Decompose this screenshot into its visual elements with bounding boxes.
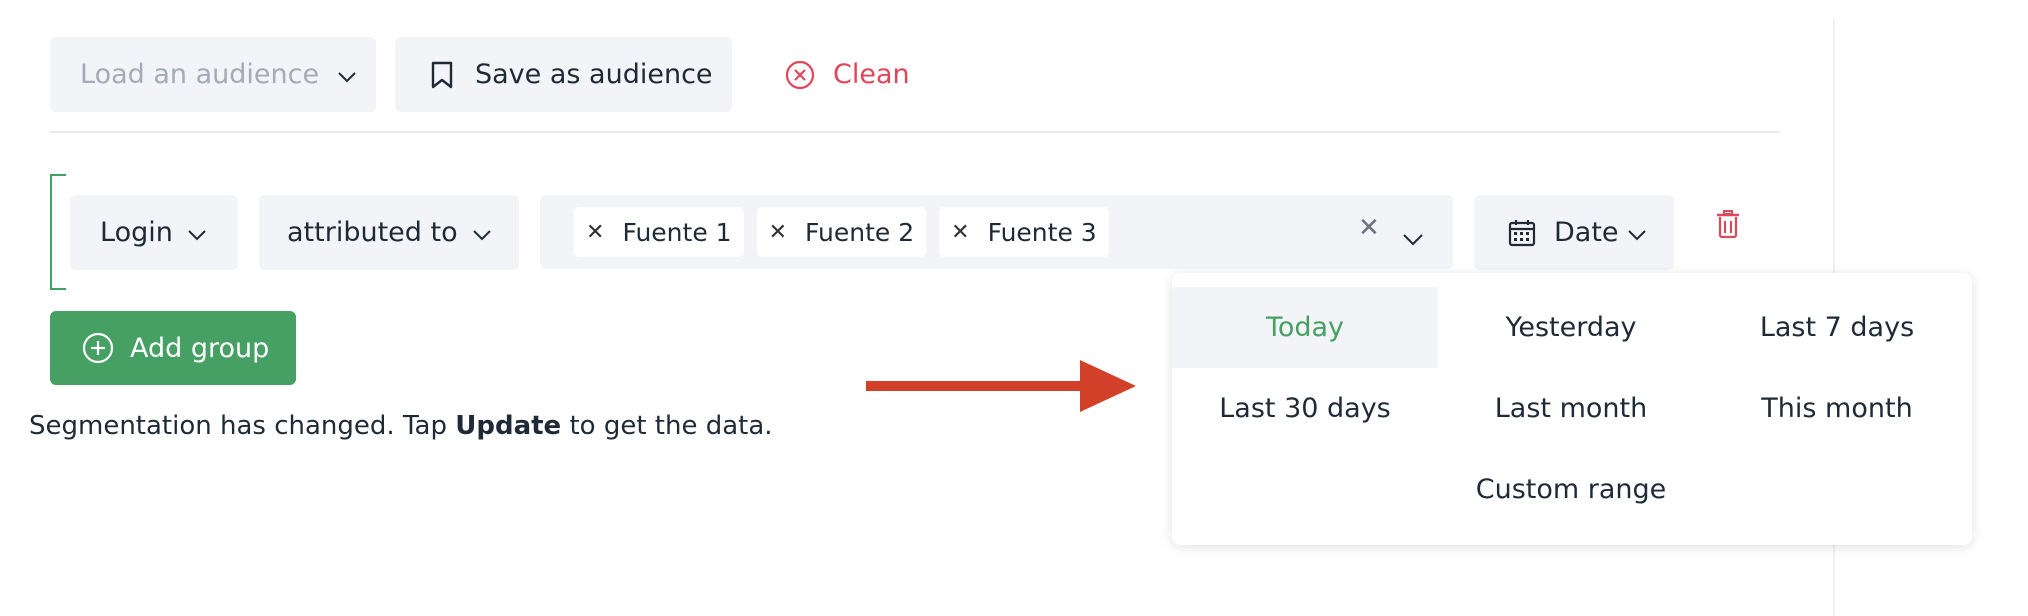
source-tag-label: Fuente 3 [987, 217, 1097, 247]
chevron-down-icon [472, 217, 492, 248]
circle-x-icon [785, 60, 815, 89]
source-tag: ✕ Fuente 1 [574, 207, 744, 257]
calendar-icon [1508, 219, 1536, 246]
date-option-yesterday[interactable]: Yesterday [1438, 287, 1704, 368]
chevron-down-icon [1627, 217, 1647, 248]
annotation-arrow [866, 360, 1136, 412]
clean-label: Clean [833, 59, 910, 90]
status-text-after: to get the data. [561, 411, 773, 441]
date-option-last-month[interactable]: Last month [1438, 368, 1704, 449]
relation-select[interactable]: attributed to [259, 195, 519, 270]
add-group-button[interactable]: Add group [50, 311, 296, 385]
event-select-label: Login [100, 217, 173, 248]
load-audience-dropdown[interactable]: Load an audience [50, 37, 376, 112]
chevron-down-icon [187, 217, 207, 248]
date-select-label: Date [1554, 217, 1619, 248]
relation-select-label: attributed to [287, 217, 458, 248]
group-bracket [50, 174, 66, 290]
status-text-before: Segmentation has changed. Tap [29, 411, 456, 441]
add-group-label: Add group [130, 332, 270, 364]
date-option-last-7-days[interactable]: Last 7 days [1704, 287, 1970, 368]
clear-all-icon[interactable]: ✕ [1358, 213, 1380, 243]
date-option-this-month[interactable]: This month [1704, 368, 1970, 449]
source-tag-label: Fuente 2 [805, 217, 915, 247]
date-range-dropdown: Today Yesterday Last 7 days Last 30 days… [1172, 273, 1972, 545]
source-tag: ✕ Fuente 2 [756, 207, 927, 257]
status-update-keyword: Update [455, 411, 562, 441]
date-select[interactable]: Date [1474, 195, 1674, 270]
source-tag: ✕ Fuente 3 [939, 207, 1109, 257]
load-audience-label: Load an audience [80, 59, 320, 90]
save-as-audience-label: Save as audience [475, 59, 713, 90]
chevron-down-icon [337, 59, 357, 90]
circle-plus-icon [82, 332, 114, 364]
trash-icon [1717, 210, 1739, 239]
bookmark-icon [431, 61, 453, 88]
save-as-audience-button[interactable]: Save as audience [395, 37, 732, 112]
date-option-today[interactable]: Today [1172, 287, 1438, 368]
segmentation-status-message: Segmentation has changed. Tap Update to … [29, 411, 773, 441]
source-tag-label: Fuente 1 [622, 217, 732, 247]
date-option-last-30-days[interactable]: Last 30 days [1172, 368, 1438, 449]
sources-multiselect[interactable]: ✕ Fuente 1 ✕ Fuente 2 ✕ Fuente 3 ✕ [540, 195, 1453, 269]
toolbar-divider [50, 131, 1780, 133]
event-select[interactable]: Login [70, 195, 238, 270]
chevron-down-icon[interactable] [1402, 222, 1424, 253]
remove-tag-icon[interactable]: ✕ [586, 220, 604, 245]
delete-condition-button[interactable] [1716, 210, 1740, 242]
remove-tag-icon[interactable]: ✕ [769, 220, 787, 245]
remove-tag-icon[interactable]: ✕ [951, 220, 969, 245]
clean-button[interactable]: Clean [785, 37, 910, 112]
date-option-custom-range[interactable]: Custom range [1438, 449, 1704, 530]
